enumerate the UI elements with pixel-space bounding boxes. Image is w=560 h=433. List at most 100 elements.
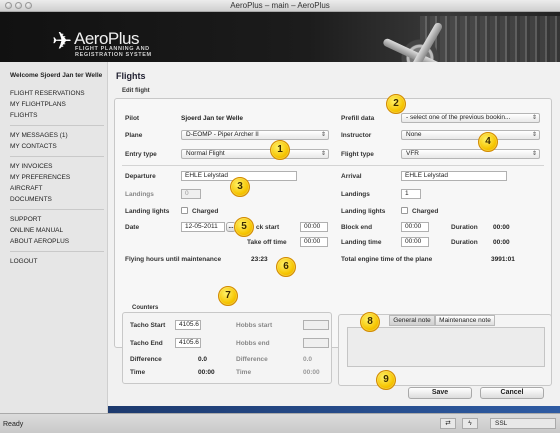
instructor-select-value: None bbox=[406, 131, 422, 138]
nav-my-flightplans[interactable]: MY FLIGHTPLANS bbox=[10, 99, 107, 110]
ssl-indicator: SSL bbox=[490, 418, 556, 429]
landings-left-label: Landings bbox=[125, 191, 154, 198]
plane-label: Plane bbox=[125, 132, 143, 139]
nav-my-messages[interactable]: MY MESSAGES (1) bbox=[10, 130, 107, 141]
nav-online-manual[interactable]: ONLINE MANUAL bbox=[10, 225, 107, 236]
nav-logout[interactable]: LOGOUT bbox=[10, 256, 107, 267]
hobbs-end-label: Hobbs end bbox=[236, 340, 270, 347]
time-2-label: Time bbox=[236, 369, 252, 376]
duration-2-label: Duration bbox=[451, 239, 478, 246]
entry-type-select-value: Normal Flight bbox=[186, 150, 225, 157]
callout-badge: 2 bbox=[386, 94, 406, 114]
nav-my-invoices[interactable]: MY INVOICES bbox=[10, 161, 107, 172]
date-input[interactable]: 12-05-2011 bbox=[181, 222, 225, 232]
section-divider bbox=[122, 165, 544, 166]
callout-badge: 3 bbox=[230, 177, 250, 197]
save-button[interactable]: Save bbox=[408, 387, 472, 399]
chevron-updown-icon: ⇕ bbox=[320, 132, 326, 138]
welcome-text: Welcome Sjoerd Jan ter Welle bbox=[10, 72, 103, 79]
nav-divider bbox=[10, 156, 104, 157]
prefill-select[interactable]: - select one of the previous bookin... ⇕ bbox=[401, 113, 540, 123]
chevron-updown-icon: ⇕ bbox=[531, 115, 537, 121]
callout-badge: 9 bbox=[376, 370, 396, 390]
flight-type-label: Flight type bbox=[341, 151, 374, 158]
block-start-input[interactable]: 00:00 bbox=[300, 222, 328, 232]
nav-aircraft[interactable]: AIRCRAFT bbox=[10, 183, 107, 194]
duration-1-value: 00:00 bbox=[493, 224, 510, 231]
tab-general-note[interactable]: General note bbox=[389, 315, 435, 326]
flight-type-select-value: VFR bbox=[406, 150, 419, 157]
landing-time-label: Landing time bbox=[341, 239, 382, 246]
nav-divider bbox=[10, 251, 104, 252]
callout-badge: 4 bbox=[478, 132, 498, 152]
hobbs-end-input[interactable] bbox=[303, 338, 329, 348]
counters-group-label: Counters bbox=[130, 305, 161, 311]
time-2-value: 00:00 bbox=[303, 369, 320, 376]
edit-flight-group-label: Edit flight bbox=[120, 88, 152, 94]
entry-type-label: Entry type bbox=[125, 151, 157, 158]
footer-accent-bar bbox=[108, 406, 560, 413]
duration-1-label: Duration bbox=[451, 224, 478, 231]
nav-my-contacts[interactable]: MY CONTACTS bbox=[10, 141, 107, 152]
hobbs-start-input[interactable] bbox=[303, 320, 329, 330]
tab-maintenance-note[interactable]: Maintenance note bbox=[435, 315, 495, 326]
entry-type-select[interactable]: Normal Flight ⇕ bbox=[181, 149, 329, 159]
brand-tagline-2: REGISTRATION SYSTEM bbox=[75, 52, 152, 58]
prefill-select-value: - select one of the previous bookin... bbox=[406, 114, 511, 121]
charged-left-label: Charged bbox=[192, 208, 219, 215]
chevron-updown-icon: ⇕ bbox=[531, 132, 537, 138]
maintenance-hours-value: 23:23 bbox=[251, 256, 268, 263]
airplane-logo-icon: ✈ bbox=[52, 28, 73, 55]
arrival-input[interactable]: EHLE Lelystad bbox=[401, 171, 507, 181]
tacho-end-input[interactable]: 4105.6 bbox=[175, 338, 201, 348]
difference-2-value: 0.0 bbox=[303, 356, 313, 363]
nav-divider bbox=[10, 209, 104, 210]
sidebar: Welcome Sjoerd Jan ter Welle FLIGHT RESE… bbox=[0, 62, 108, 413]
callout-badge: 7 bbox=[218, 286, 238, 306]
chevron-updown-icon: ⇕ bbox=[531, 151, 537, 157]
difference-2-label: Difference bbox=[236, 356, 268, 363]
nav-my-preferences[interactable]: MY PREFERENCES bbox=[10, 172, 107, 183]
nav-divider bbox=[10, 125, 104, 126]
main-content: Flights Edit flight Pilot Sjoerd Jan ter… bbox=[108, 62, 560, 413]
tacho-start-input[interactable]: 4105.6 bbox=[175, 320, 201, 330]
take-off-time-input[interactable]: 00:00 bbox=[300, 237, 328, 247]
nav-documents[interactable]: DOCUMENTS bbox=[10, 194, 107, 205]
nav-support[interactable]: SUPPORT bbox=[10, 214, 107, 225]
plane-select-value: D-EOMP - Piper Archer II bbox=[186, 131, 259, 138]
callout-badge: 1 bbox=[270, 140, 290, 160]
block-start-label: ck start bbox=[256, 224, 280, 231]
nav-flights[interactable]: FLIGHTS bbox=[10, 110, 107, 121]
plane-select[interactable]: D-EOMP - Piper Archer II ⇕ bbox=[181, 130, 329, 140]
charged-left-checkbox[interactable] bbox=[181, 207, 188, 214]
take-off-time-label: Take off time bbox=[247, 239, 287, 246]
window-titlebar: AeroPlus – main – AeroPlus bbox=[0, 0, 560, 12]
engine-time-value: 3991:01 bbox=[491, 256, 515, 263]
landings-right-label: Landings bbox=[341, 191, 370, 198]
connection-icon: ⇄ bbox=[440, 418, 456, 429]
tacho-start-label: Tacho Start bbox=[130, 322, 166, 329]
flight-type-select[interactable]: VFR ⇕ bbox=[401, 149, 540, 159]
window-title: AeroPlus – main – AeroPlus bbox=[230, 1, 330, 10]
landing-lights-right-label: Landing lights bbox=[341, 208, 386, 215]
landing-time-input[interactable]: 00:00 bbox=[401, 237, 429, 247]
note-textarea[interactable] bbox=[347, 327, 545, 367]
nav-flight-reservations[interactable]: FLIGHT RESERVATIONS bbox=[10, 88, 107, 99]
block-end-input[interactable]: 00:00 bbox=[401, 222, 429, 232]
callout-badge: 8 bbox=[360, 312, 380, 332]
nav-about[interactable]: ABOUT AEROPLUS bbox=[10, 236, 107, 247]
landings-right-input[interactable]: 1 bbox=[401, 189, 421, 199]
prefill-label: Prefill data bbox=[341, 115, 375, 122]
duration-2-value: 00:00 bbox=[493, 239, 510, 246]
cancel-button[interactable]: Cancel bbox=[480, 387, 544, 399]
callout-badge: 5 bbox=[234, 217, 254, 237]
landing-lights-left-label: Landing lights bbox=[125, 208, 170, 215]
difference-value: 0.0 bbox=[198, 356, 208, 363]
charged-right-checkbox[interactable] bbox=[401, 207, 408, 214]
landings-left-input[interactable]: 0 bbox=[181, 189, 201, 199]
propeller-decoration bbox=[360, 12, 480, 62]
pilot-label: Pilot bbox=[125, 115, 140, 122]
instructor-select[interactable]: None ⇕ bbox=[401, 130, 540, 140]
status-bar: Ready ⇄ ϟ SSL bbox=[0, 413, 560, 433]
time-label: Time bbox=[130, 369, 146, 376]
